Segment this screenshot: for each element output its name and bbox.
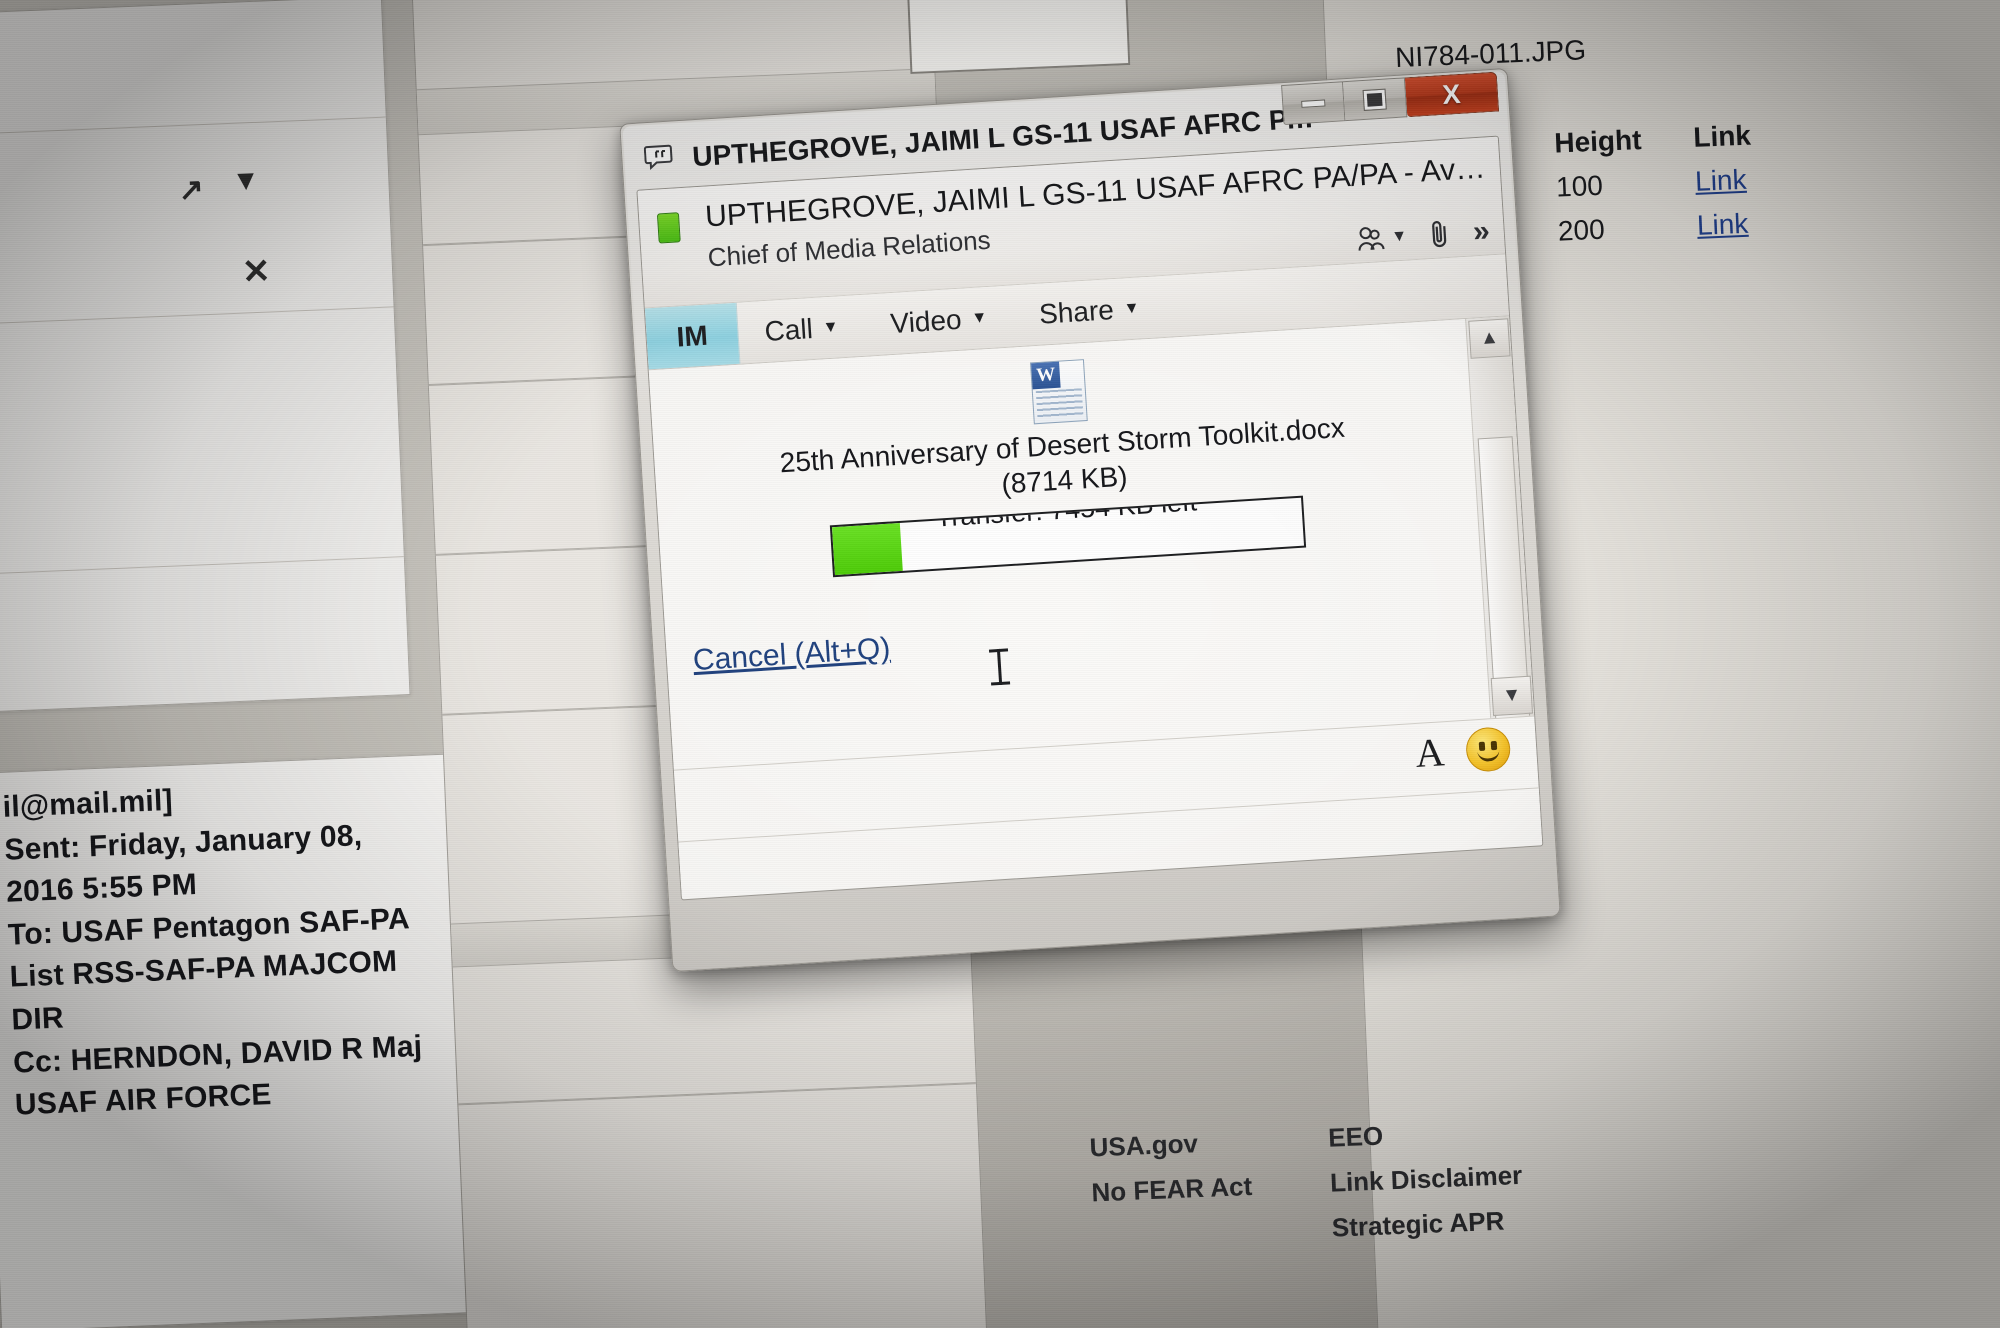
email-header-text: il@mail.mil] Sent: Friday, January 08, 2… [2,768,486,1128]
cell-height: 200 [1557,213,1606,247]
tab-label: Video [889,303,963,339]
chevron-down-icon[interactable]: ▼ [971,309,988,327]
footer-column-2: EEO Link Disclaimer Strategic APR [1328,1115,1525,1244]
add-participants-icon [1359,227,1386,251]
chat-bubble-icon [643,143,680,175]
document-lines [1035,388,1084,420]
maximize-icon [1362,88,1387,111]
expand-arrows-icon[interactable]: ↗ [178,172,205,208]
attachment-paperclip-icon [1432,221,1447,248]
maximize-button[interactable] [1342,77,1408,122]
tab-call[interactable]: Call ▼ [737,295,867,364]
cell-height: 100 [1555,169,1604,203]
font-format-button[interactable]: A [1414,728,1446,777]
tab-label: Call [763,312,814,347]
word-logo-letter: W [1031,361,1061,390]
chevron-down-icon: ▼ [1390,227,1408,246]
col-header-height: Height [1553,124,1643,159]
close-x-icon[interactable]: ✕ [241,251,271,292]
emoji-mouth [1477,747,1500,762]
tab-label: IM [675,319,709,353]
footer-link[interactable]: Link Disclaimer [1329,1160,1522,1199]
more-options-button[interactable]: » [1472,214,1491,249]
scroll-up-button[interactable]: ▲ [1468,318,1511,359]
col-header-link: Link [1692,119,1752,153]
footer-link[interactable]: EEO [1328,1115,1521,1154]
presence-status-icon [656,212,681,244]
close-button[interactable]: X [1404,71,1500,118]
chevron-down-icon[interactable]: ▼ [1123,299,1140,317]
link-cell[interactable]: Link [1695,164,1748,197]
cancel-transfer-link[interactable]: Cancel (Alt+Q) [692,631,891,677]
footer-links: USA.gov No FEAR Act EEO Link Disclaimer … [1089,1115,1525,1254]
left-reading-pane: ↗ ▾ ✕ [0,0,411,713]
minimize-icon [1301,98,1326,108]
tab-im[interactable]: IM [644,302,741,370]
chevron-down-icon[interactable]: ▾ [238,162,254,198]
footer-link[interactable]: USA.gov [1089,1126,1251,1164]
window-client-area: UPTHEGROVE, JAIMI L GS-11 USAF AFRC PA/P… [636,135,1544,901]
im-conversation-window[interactable]: UPTHEGROVE, JAIMI L GS-11 USAF AFRC PA/…… [619,67,1561,973]
footer-column-1: USA.gov No FEAR Act [1089,1126,1255,1253]
screen-photo: ↗ ▾ ✕ il@mail.mil] Sent: Friday, January… [0,0,2000,1328]
more-options-chevrons-icon: » [1471,214,1491,249]
tab-video[interactable]: Video ▼ [863,285,1015,355]
tab-share[interactable]: Share ▼ [1011,276,1167,346]
scroll-down-button[interactable]: ▼ [1490,675,1534,717]
attachment-button[interactable] [1428,218,1452,251]
quoted-email-snippet: Elmendorf- otanker to FL. The flight fur… [900,0,1131,74]
chevron-down-icon[interactable]: ▼ [822,318,839,336]
footer-link[interactable]: No FEAR Act [1091,1171,1253,1209]
compose-toolbar[interactable]: A [1414,724,1512,777]
link-cell[interactable]: Link [1696,208,1749,241]
tab-label: Share [1038,293,1115,330]
word-document-icon: W [1029,359,1088,425]
conversation-body: W 25th Anniversary of Desert Storm Toolk… [648,316,1535,770]
window-controls[interactable]: X [1281,71,1500,126]
header-actions[interactable]: ▼ » [1355,214,1491,256]
add-participants-button[interactable]: ▼ [1356,223,1409,254]
file-transfer-block: W 25th Anniversary of Desert Storm Toolk… [650,335,1483,679]
minimize-button[interactable] [1281,81,1346,126]
smiley-face-icon[interactable] [1464,725,1512,773]
